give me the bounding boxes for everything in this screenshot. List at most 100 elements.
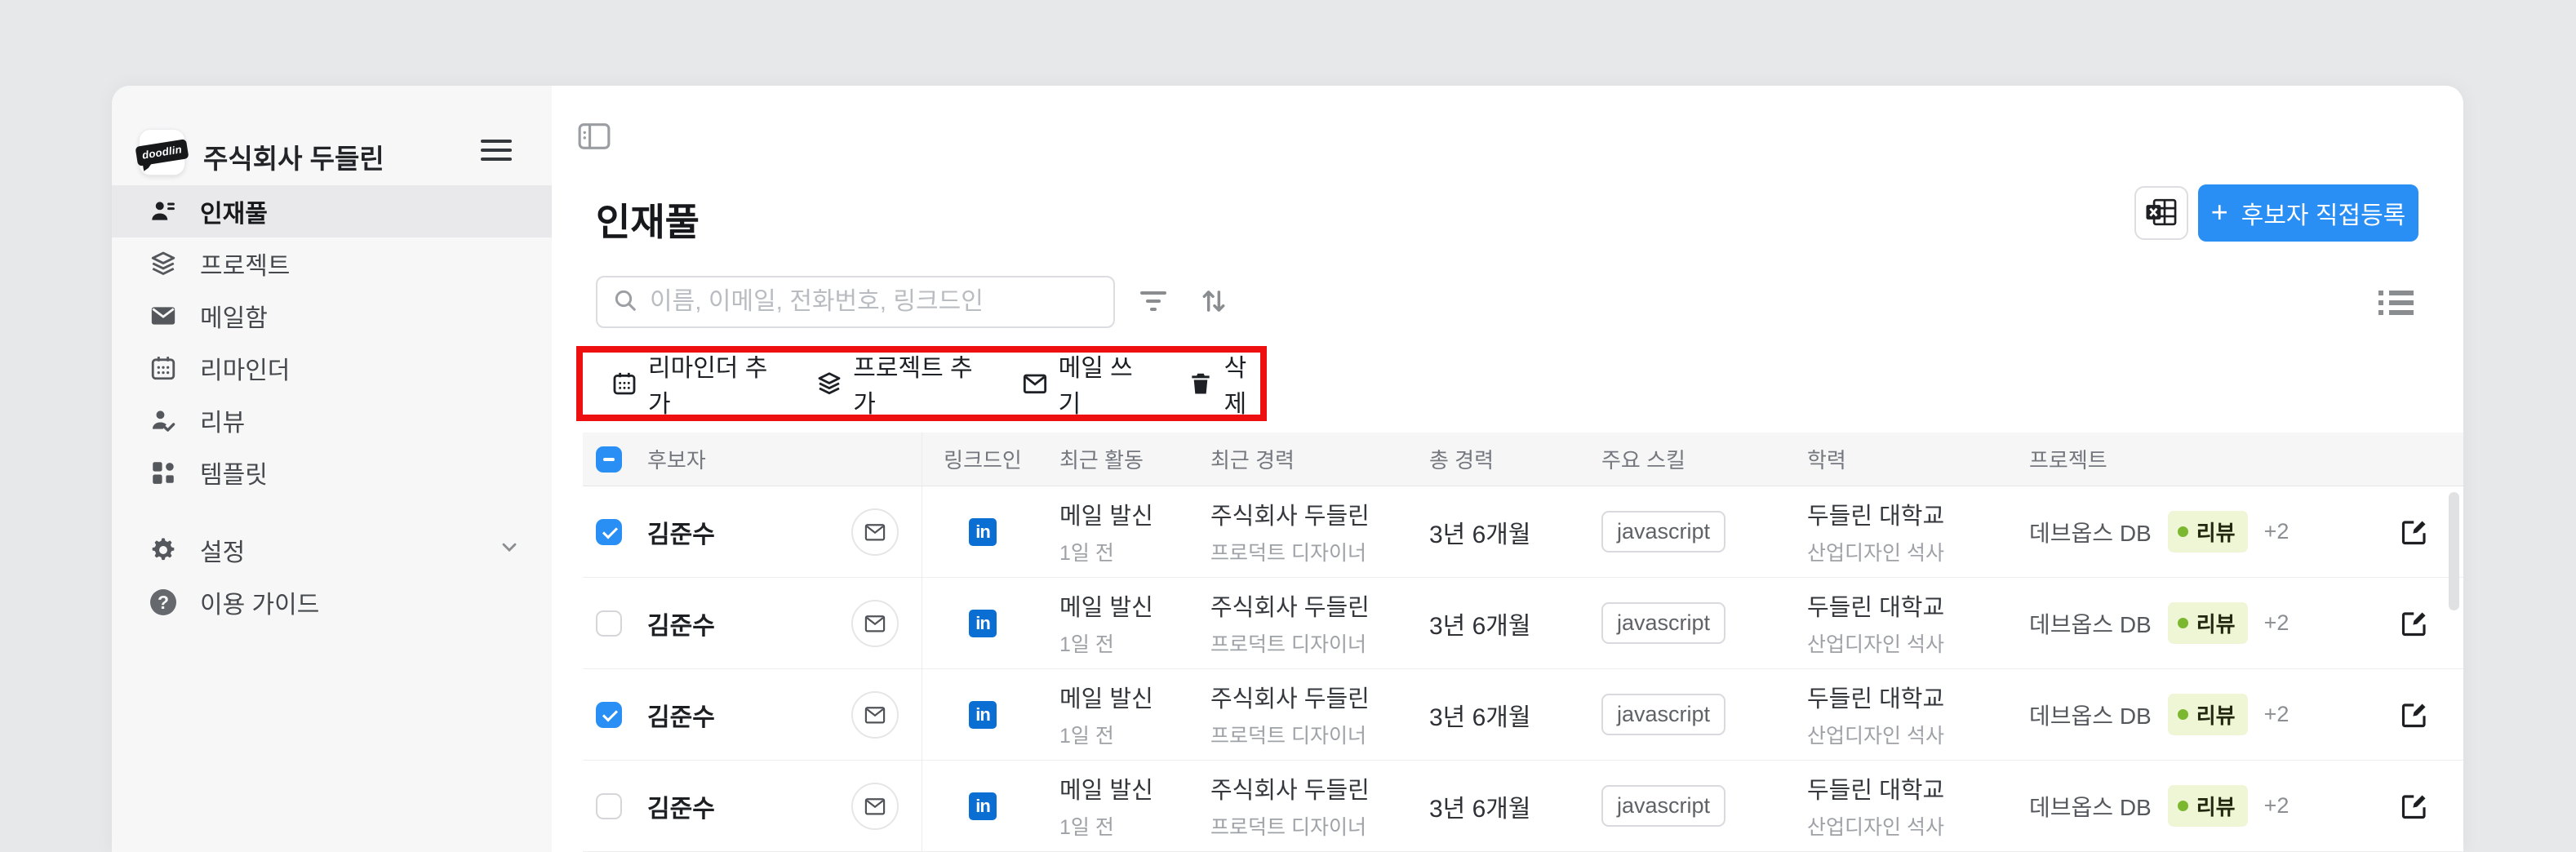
total-experience: 3년 6개월 — [1429, 703, 1531, 731]
write-mail-button[interactable]: 메일 쓰기 — [1022, 348, 1140, 419]
sidebar-item-projects[interactable]: 프로젝트 — [112, 237, 552, 290]
edit-candidate-button[interactable] — [2398, 516, 2431, 548]
sidebar-item-mailbox[interactable]: 메일함 — [112, 290, 552, 342]
filter-icon[interactable] — [1135, 282, 1172, 320]
edit-candidate-button[interactable] — [2398, 607, 2431, 640]
row-checkbox[interactable] — [596, 610, 622, 637]
table-row[interactable]: 김준수 in 메일 발신 1일 전 주식회사 두들린 프로덕트 디자이너 3년 … — [583, 578, 2463, 669]
project-name: 데브옵스 DB — [2029, 703, 2152, 729]
sidebar-footer-menu: 설정 ? 이용 가이드 — [112, 524, 552, 628]
vertical-scrollbar[interactable] — [2449, 492, 2459, 610]
review-status-badge: 리뷰 — [2167, 694, 2248, 735]
project-extra-count: +2 — [2263, 519, 2290, 544]
add-reminder-button[interactable]: 리마인더 추가 — [611, 348, 769, 419]
recent-activity-time: 1일 전 — [1059, 542, 1114, 565]
calendar-icon — [149, 353, 178, 383]
linkedin-icon[interactable]: in — [969, 700, 997, 729]
delete-label: 삭제 — [1224, 355, 1247, 418]
excel-import-button[interactable] — [2134, 186, 2188, 240]
column-header: 후보자 — [647, 448, 706, 473]
sidebar-item-talent-pool[interactable]: 인재풀 — [112, 185, 552, 237]
excel-icon — [2145, 197, 2178, 229]
mail-outline-icon — [1022, 370, 1048, 397]
person-check-icon — [149, 406, 178, 435]
sidebar-item-review[interactable]: 리뷰 — [112, 394, 552, 446]
search-input[interactable] — [650, 288, 1099, 316]
table-header: 후보자 링크드인 최근 활동 최근 경력 총 경력 주요 스킬 학력 프로젝트 — [583, 433, 2463, 486]
add-candidate-button[interactable]: + 후보자 직접등록 — [2198, 184, 2418, 242]
search-box — [596, 276, 1115, 328]
edit-square-icon — [2401, 794, 2426, 819]
sidebar-item-reminder[interactable]: 리마인더 — [112, 342, 552, 394]
sidebar-item-label: 인재풀 — [200, 201, 268, 228]
mail-outline-icon — [864, 797, 886, 814]
linkedin-icon[interactable]: in — [969, 517, 997, 546]
trash-icon — [1188, 370, 1214, 397]
row-checkbox[interactable] — [596, 792, 622, 819]
education-degree: 산업디자인 석사 — [1807, 633, 1944, 656]
send-mail-button[interactable] — [851, 599, 899, 647]
plus-icon: + — [2210, 194, 2228, 229]
education-school: 두들린 대학교 — [1807, 595, 1945, 621]
linkedin-icon[interactable]: in — [969, 792, 997, 820]
sidebar-item-label: 리뷰 — [200, 410, 246, 437]
review-status-badge: 리뷰 — [2167, 785, 2248, 827]
send-mail-button[interactable] — [851, 782, 899, 830]
sidebar-collapse-icon[interactable] — [578, 122, 611, 154]
layers-icon — [149, 249, 178, 278]
page-title: 인재풀 — [596, 201, 700, 243]
delete-button[interactable]: 삭제 — [1188, 348, 1260, 419]
select-all-checkbox[interactable] — [596, 446, 622, 473]
grid-icon — [149, 458, 178, 487]
candidate-name: 김준수 — [647, 521, 715, 548]
main-panel: 인재풀 + 후보자 직접등록 이름, 이메일, 전화번호, 링크드인 리마인더 … — [552, 86, 2463, 852]
hamburger-menu-icon[interactable] — [481, 140, 512, 166]
send-mail-button[interactable] — [851, 690, 899, 739]
education-degree: 산업디자인 석사 — [1807, 725, 1944, 748]
add-project-button[interactable]: 프로젝트 추가 — [816, 348, 974, 419]
project-extra-count: +2 — [2263, 793, 2290, 818]
table-row[interactable]: 김준수 in 메일 발신 1일 전 주식회사 두들린 프로덕트 디자이너 3년 … — [583, 761, 2463, 852]
search-icon — [612, 287, 638, 317]
edit-candidate-button[interactable] — [2398, 699, 2431, 731]
column-header: 최근 경력 — [1210, 448, 1295, 473]
education-school: 두들린 대학교 — [1807, 504, 1945, 530]
talent-pool-icon — [149, 197, 178, 226]
sidebar-item-guide[interactable]: ? 이용 가이드 — [112, 576, 552, 628]
edit-candidate-button[interactable] — [2398, 790, 2431, 823]
education-degree: 산업디자인 석사 — [1807, 542, 1944, 565]
layers-icon — [816, 370, 842, 397]
sidebar-item-label: 이용 가이드 — [200, 592, 320, 619]
row-checkbox[interactable] — [596, 518, 622, 545]
recent-company: 주식회사 두들린 — [1210, 778, 1370, 804]
recent-role: 프로덕트 디자이너 — [1210, 816, 1366, 839]
total-experience: 3년 6개월 — [1429, 612, 1531, 640]
candidates-table: 후보자 링크드인 최근 활동 최근 경력 총 경력 주요 스킬 학력 프로젝트 … — [583, 433, 2463, 852]
candidate-name: 김준수 — [647, 612, 715, 640]
linkedin-icon[interactable]: in — [969, 609, 997, 637]
list-view-icon[interactable] — [2377, 284, 2414, 322]
sidebar-item-template[interactable]: 템플릿 — [112, 446, 552, 499]
project-name: 데브옵스 DB — [2029, 611, 2152, 637]
column-header: 총 경력 — [1429, 448, 1494, 473]
send-mail-button[interactable] — [851, 508, 899, 556]
project-extra-count: +2 — [2263, 610, 2290, 635]
recent-role: 프로덕트 디자이너 — [1210, 542, 1366, 565]
sidebar-item-label: 리마인더 — [200, 357, 291, 384]
table-body: 김준수 in 메일 발신 1일 전 주식회사 두들린 프로덕트 디자이너 3년 … — [583, 486, 2463, 852]
mail-outline-icon — [864, 523, 886, 540]
recent-activity: 메일 발신 — [1059, 595, 1153, 621]
table-row[interactable]: 김준수 in 메일 발신 1일 전 주식회사 두들린 프로덕트 디자이너 3년 … — [583, 669, 2463, 761]
recent-activity-time: 1일 전 — [1059, 633, 1114, 656]
review-badge-label: 리뷰 — [2196, 612, 2236, 637]
table-row[interactable]: 김준수 in 메일 발신 1일 전 주식회사 두들린 프로덕트 디자이너 3년 … — [583, 486, 2463, 578]
skill-tag: javascript — [1601, 511, 1726, 552]
sort-icon[interactable] — [1195, 282, 1232, 320]
candidate-name: 김준수 — [647, 703, 715, 731]
sidebar-item-label: 설정 — [200, 539, 246, 566]
sidebar-item-settings[interactable]: 설정 — [112, 524, 552, 576]
recent-activity-time: 1일 전 — [1059, 725, 1114, 748]
row-checkbox[interactable] — [596, 701, 622, 728]
project-name: 데브옵스 DB — [2029, 794, 2152, 820]
recent-activity: 메일 발신 — [1059, 778, 1153, 804]
